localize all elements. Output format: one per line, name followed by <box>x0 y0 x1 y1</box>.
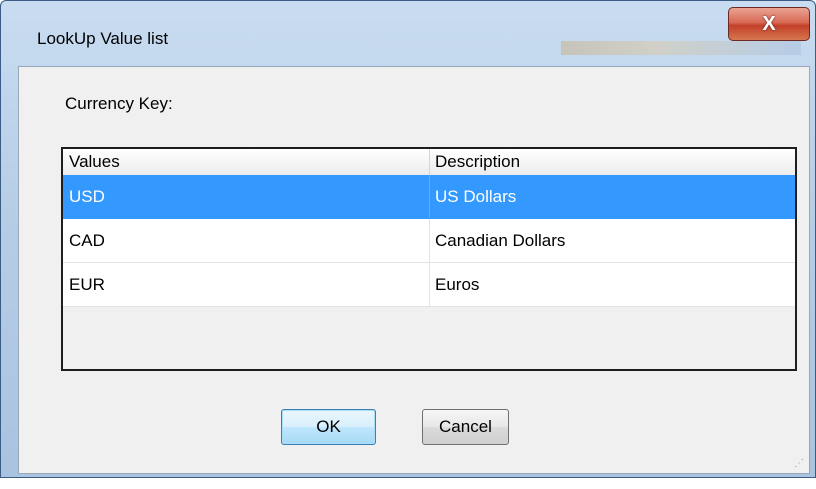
ok-button[interactable]: OK <box>281 409 376 445</box>
values-list[interactable]: Values Description USD US Dollars CAD Ca… <box>61 147 797 371</box>
column-header-values[interactable]: Values <box>69 152 120 172</box>
row-value: USD <box>69 187 105 206</box>
list-row-eur[interactable]: EUR Euros <box>63 263 795 307</box>
cell-divider <box>429 175 430 218</box>
list-row-cad[interactable]: CAD Canadian Dollars <box>63 219 795 263</box>
dialog-window: LookUp Value list X Currency Key: Values… <box>0 0 816 478</box>
resize-grip-icon[interactable]: ⋰ <box>794 458 804 469</box>
currency-key-label: Currency Key: <box>65 94 173 113</box>
row-description: US Dollars <box>435 187 517 206</box>
close-icon: X <box>762 12 776 35</box>
close-button[interactable]: X <box>728 7 810 41</box>
column-divider[interactable] <box>429 149 430 175</box>
row-value: CAD <box>69 231 105 250</box>
row-value: EUR <box>69 275 105 294</box>
cell-divider <box>429 219 430 262</box>
dialog-client-area: Currency Key: Values Description USD US … <box>18 66 810 474</box>
row-description: Canadian Dollars <box>435 231 566 250</box>
window-title: LookUp Value list <box>37 29 169 48</box>
cancel-button[interactable]: Cancel <box>422 409 509 445</box>
cell-divider <box>429 263 430 306</box>
column-header-description[interactable]: Description <box>435 152 520 172</box>
background-window-strip <box>561 41 801 55</box>
list-row-usd[interactable]: USD US Dollars <box>63 175 795 219</box>
list-header: Values Description <box>63 149 795 176</box>
row-description: Euros <box>435 275 480 294</box>
